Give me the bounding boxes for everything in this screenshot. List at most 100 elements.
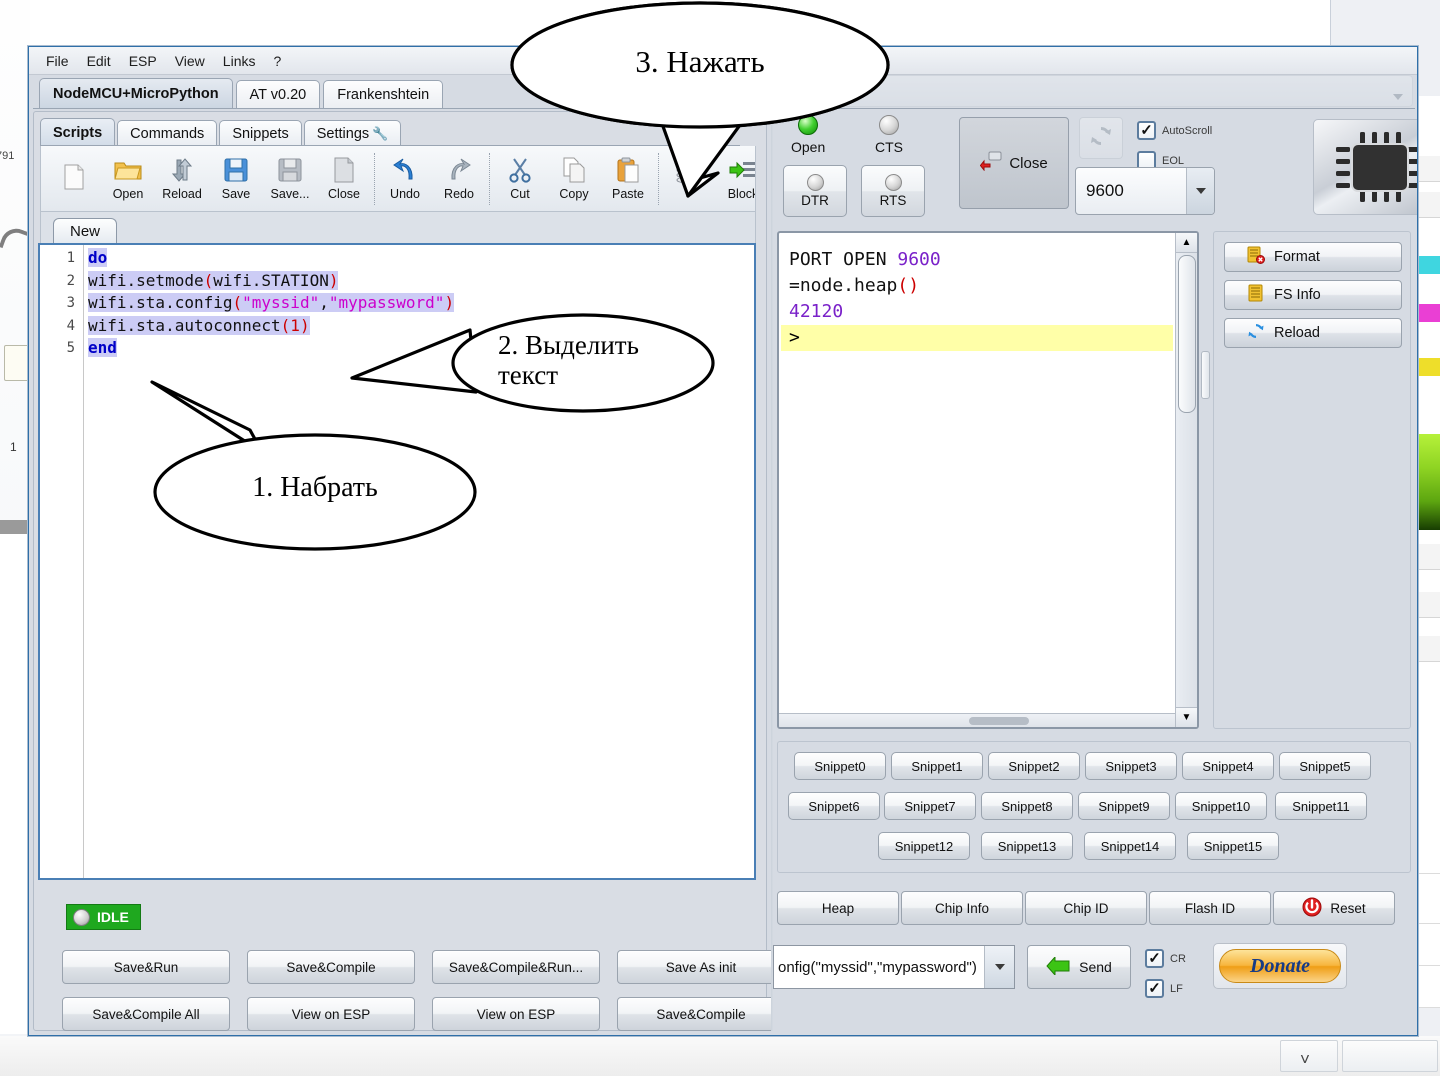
baud-rate-select[interactable]: 9600 (1075, 167, 1215, 215)
toolbar-open-label: Open (112, 187, 144, 201)
toolbar-close-button[interactable]: Close (317, 148, 371, 210)
toolbar-paste-label: Paste (612, 187, 644, 201)
snippet-button-9[interactable]: Snippet9 (1078, 792, 1170, 820)
toolbar-line-button[interactable]: Block (716, 148, 755, 210)
snippets-panel: Snippet0 Snippet1 Snippet2 Snippet3 Snip… (777, 741, 1411, 873)
chip-info-button[interactable]: Chip Info (901, 891, 1023, 925)
cr-checkbox[interactable]: ✓ CR (1145, 949, 1186, 968)
save-and-run-button[interactable]: Save&Run (62, 950, 230, 984)
menu-links[interactable]: Links (214, 51, 265, 71)
toolbar-new-button[interactable] (47, 148, 101, 210)
snippet-button-14[interactable]: Snippet14 (1084, 832, 1176, 860)
serial-output[interactable]: PORT OPEN 9600 =node.heap() 42120 > ▲ ▼ (777, 231, 1199, 729)
tab-snippets[interactable]: Snippets (219, 120, 302, 146)
toolbar-separator (489, 152, 490, 205)
snippet-button-5[interactable]: Snippet5 (1279, 752, 1371, 780)
snippet-button-8[interactable]: Snippet8 (981, 792, 1073, 820)
menu-edit[interactable]: Edit (78, 51, 120, 71)
menu-help[interactable]: ? (264, 51, 290, 71)
send-button[interactable]: Send (1027, 945, 1131, 989)
snippet-button-15[interactable]: Snippet15 (1187, 832, 1279, 860)
snippet-button-11[interactable]: Snippet11 (1275, 792, 1367, 820)
autoscroll-checkbox[interactable]: ✓ AutoScroll (1137, 121, 1212, 140)
menu-file[interactable]: File (37, 51, 78, 71)
scroll-up-arrow-icon[interactable]: ▲ (1176, 233, 1197, 253)
reset-button[interactable]: Reset (1273, 891, 1395, 925)
snippet-button-4[interactable]: Snippet4 (1182, 752, 1274, 780)
background-left-box (4, 345, 30, 381)
background-left-arc-icon (0, 224, 30, 256)
toolbar-reload-button[interactable]: Reload (155, 148, 209, 210)
chip-id-button[interactable]: Chip ID (1025, 891, 1147, 925)
port-select-disabled[interactable] (771, 75, 1413, 107)
flash-id-button[interactable]: Flash ID (1149, 891, 1271, 925)
command-input-value: onfig("myssid","mypassword") (778, 958, 977, 976)
tab-settings[interactable]: Settings 🔧 (303, 120, 402, 146)
redo-arrow-icon (444, 156, 474, 184)
terminal-splitter-grip[interactable] (1201, 351, 1210, 399)
menu-esp[interactable]: ESP (120, 51, 166, 71)
snippet-button-12[interactable]: Snippet12 (878, 832, 970, 860)
grey-led-icon (879, 115, 899, 135)
snippet-button-0[interactable]: Snippet0 (794, 752, 886, 780)
callout-2-line1: 2. Выделить (498, 330, 639, 360)
code-token: do (88, 248, 108, 267)
heap-button[interactable]: Heap (777, 891, 899, 925)
tab-at-v020[interactable]: AT v0.20 (235, 80, 321, 108)
tab-frankenshtein[interactable]: Frankenshtein (323, 80, 444, 108)
view-on-esp-button-1[interactable]: View on ESP (247, 997, 415, 1031)
scrollbar-thumb[interactable] (969, 717, 1029, 725)
tab-scripts[interactable]: Scripts (40, 118, 116, 146)
autoscroll-label: AutoScroll (1162, 124, 1213, 137)
fs-info-button[interactable]: FS Info (1224, 280, 1402, 310)
snippet-button-13[interactable]: Snippet13 (981, 832, 1073, 860)
donate-button[interactable]: Donate (1213, 943, 1347, 989)
scroll-down-arrow-icon[interactable]: ▼ (1176, 707, 1197, 727)
toolbar-open-button[interactable]: Open (101, 148, 155, 210)
serial-output-text: PORT OPEN 9600 =node.heap() 42120 > (781, 235, 1173, 351)
terminal-horizontal-scrollbar[interactable] (779, 713, 1175, 727)
code-token: 1 (290, 315, 300, 335)
toolbar-paste-button[interactable]: Paste (601, 148, 655, 210)
toolbar-copy-button[interactable]: Copy (547, 148, 601, 210)
rts-toggle[interactable]: RTS (861, 165, 925, 217)
save-compile-button-2[interactable]: Save&Compile (617, 997, 785, 1031)
snippet-button-6[interactable]: Snippet6 (788, 792, 880, 820)
rts-label: RTS (879, 193, 907, 208)
snippet-button-3[interactable]: Snippet3 (1085, 752, 1177, 780)
toolbar-save-as-button[interactable]: Save... (263, 148, 317, 210)
scrollbar-thumb[interactable] (1178, 255, 1196, 413)
dtr-toggle[interactable]: DTR (783, 165, 847, 217)
snippet-button-2[interactable]: Snippet2 (988, 752, 1080, 780)
menu-view[interactable]: View (166, 51, 214, 71)
code-token: ( (280, 315, 291, 335)
toolbar-cut-button[interactable]: Cut (493, 148, 547, 210)
snippet-button-1[interactable]: Snippet1 (891, 752, 983, 780)
close-port-icon (980, 151, 1004, 175)
fs-reload-button[interactable]: Reload (1224, 318, 1402, 348)
lf-checkbox[interactable]: ✓ LF (1145, 979, 1183, 998)
snippet-button-10[interactable]: Snippet10 (1175, 792, 1267, 820)
file-tab-new[interactable]: New (53, 218, 118, 244)
refresh-ports-button[interactable] (1079, 117, 1123, 159)
save-and-compile-button[interactable]: Save&Compile (247, 950, 415, 984)
save-as-init-button[interactable]: Save As init (617, 950, 785, 984)
format-button[interactable]: Format (1224, 242, 1402, 272)
view-on-esp-button-2[interactable]: View on ESP (432, 997, 600, 1031)
save-compile-run-button[interactable]: Save&Compile&Run... (432, 950, 600, 984)
chevron-down-icon[interactable] (984, 946, 1014, 988)
save-compile-all-button[interactable]: Save&Compile All (62, 997, 230, 1031)
tab-nodemcu-micropython[interactable]: NodeMCU+MicroPython (39, 78, 233, 108)
terminal-vertical-scrollbar[interactable]: ▲ ▼ (1175, 233, 1197, 727)
baud-rate-value: 9600 (1086, 181, 1124, 200)
close-port-button[interactable]: Close (959, 117, 1069, 209)
snippet-button-7[interactable]: Snippet7 (884, 792, 976, 820)
toolbar-save-button[interactable]: Save (209, 148, 263, 210)
toolbar-block-button[interactable] (662, 148, 716, 210)
command-input[interactable]: onfig("myssid","mypassword") (773, 945, 1015, 989)
toolbar-undo-button[interactable]: Undo (378, 148, 432, 210)
toolbar-redo-button[interactable]: Redo (432, 148, 486, 210)
callout-3-text: 3. Нажать (635, 44, 765, 79)
code-token: end (88, 338, 117, 357)
tab-commands[interactable]: Commands (117, 120, 218, 146)
